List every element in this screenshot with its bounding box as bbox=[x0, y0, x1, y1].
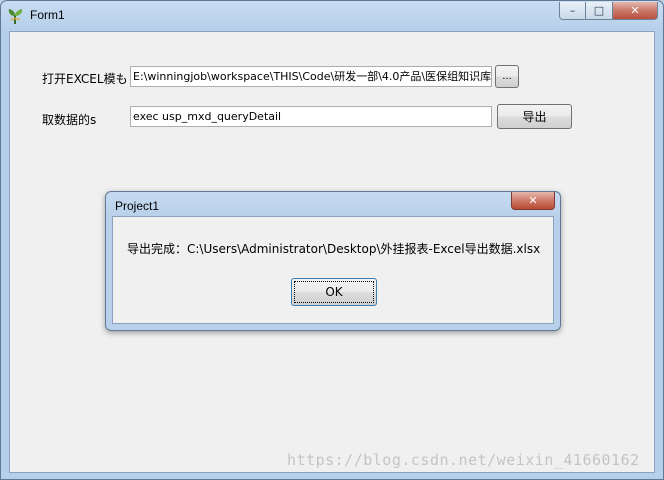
template-path-input[interactable]: E:\winningjob\workspace\THIS\Code\研发一部\4… bbox=[130, 66, 492, 87]
focus-rect bbox=[294, 281, 374, 303]
dialog-client-area: 导出完成：C:\Users\Administrator\Desktop\外挂报表… bbox=[112, 216, 554, 324]
close-icon: ✕ bbox=[630, 4, 640, 17]
message-dialog: Project1 ✕ 导出完成：C:\Users\Administrator\D… bbox=[105, 191, 561, 331]
window-title: Form1 bbox=[30, 8, 65, 22]
dialog-message: 导出完成：C:\Users\Administrator\Desktop\外挂报表… bbox=[127, 242, 541, 256]
close-button[interactable]: ✕ bbox=[613, 2, 658, 20]
dialog-title: Project1 bbox=[115, 199, 160, 213]
maximize-button[interactable]: □ bbox=[586, 2, 613, 20]
export-button[interactable]: 导出 bbox=[497, 104, 572, 129]
ok-button[interactable]: OK bbox=[291, 278, 377, 306]
watermark: https://blog.csdn.net/weixin_41660162 bbox=[287, 451, 640, 469]
maximize-icon: □ bbox=[593, 4, 605, 17]
minimize-button[interactable]: – bbox=[559, 2, 586, 20]
app-icon bbox=[8, 9, 23, 24]
title-bar[interactable]: Form1 – □ ✕ bbox=[1, 1, 663, 31]
sql-label: 取数据的s bbox=[42, 113, 97, 127]
dialog-close-button[interactable]: ✕ bbox=[511, 192, 555, 210]
close-icon: ✕ bbox=[528, 194, 538, 207]
browse-button[interactable]: ... bbox=[495, 65, 519, 88]
sql-input[interactable]: exec usp_mxd_queryDetail bbox=[130, 106, 492, 127]
caption-buttons: – □ ✕ bbox=[559, 2, 658, 21]
template-label: 打开EXCEL模も bbox=[42, 72, 128, 86]
minimize-icon: – bbox=[569, 4, 576, 17]
